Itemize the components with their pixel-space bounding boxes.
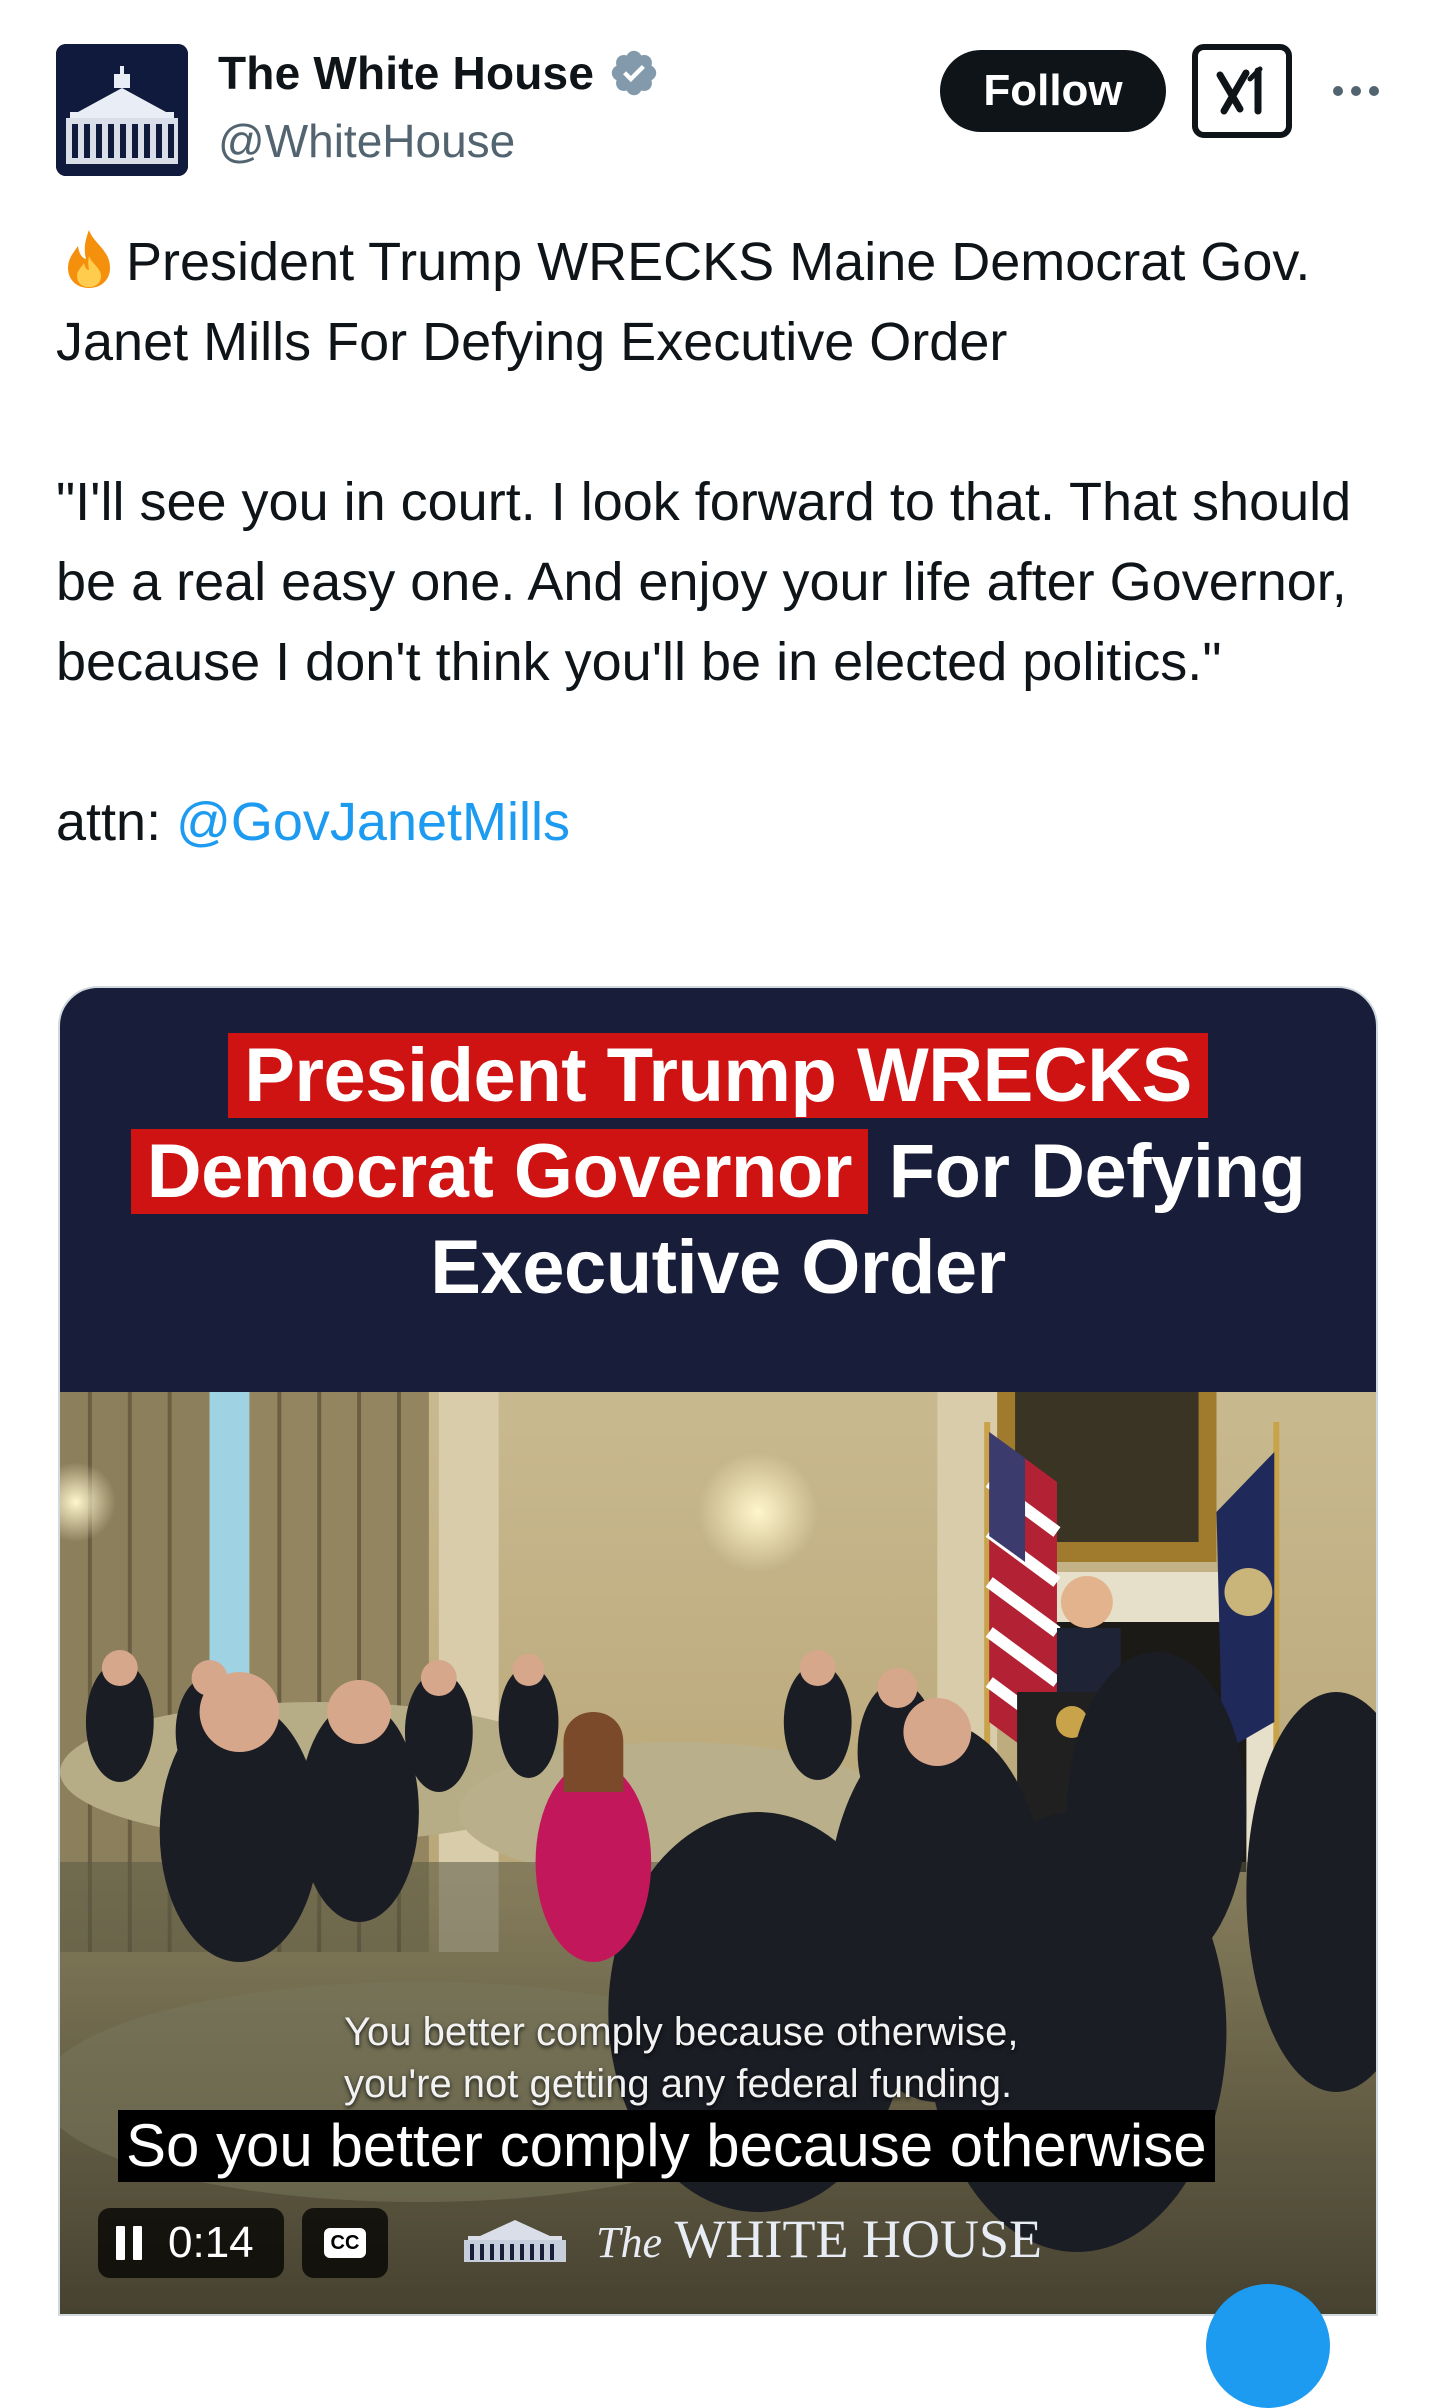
tweet-attn: attn: @GovJanetMills	[56, 782, 1386, 862]
tweet-line-1: President Trump WRECKS Maine Democrat Go…	[56, 232, 1311, 372]
video-controls: 0:14 CC	[98, 2208, 398, 2278]
subtitle-line-2: you're not getting any federal funding.	[344, 2062, 1013, 2106]
compose-button[interactable]	[1206, 2284, 1330, 2408]
verified-badge-icon[interactable]	[608, 47, 660, 99]
account-handle[interactable]: @WhiteHouse	[218, 114, 515, 168]
subtitle-line-1: You better comply because otherwise,	[344, 2010, 1019, 2054]
tweet-headline-paragraph: President Trump WRECKS Maine Democrat Go…	[56, 222, 1386, 382]
video-player[interactable]: President Trump WRECKS Democrat Governor…	[58, 986, 1378, 2316]
headline-red-2: Democrat Governor	[130, 1129, 868, 1214]
attn-prefix: attn:	[56, 792, 177, 852]
account-avatar[interactable]	[56, 44, 188, 176]
grok-icon	[1216, 66, 1263, 115]
white-house-building-icon	[56, 44, 188, 176]
account-name[interactable]: The White House	[218, 46, 660, 100]
mention-link[interactable]: @GovJanetMills	[176, 792, 570, 852]
pause-button[interactable]: 0:14	[98, 2208, 284, 2278]
pause-icon	[116, 2226, 142, 2260]
tweet-quote: "I'll see you in court. I look forward t…	[56, 472, 1352, 692]
watermark-prefix: The	[596, 2218, 662, 2267]
follow-button[interactable]: Follow	[940, 50, 1166, 132]
video-headline: President Trump WRECKS Democrat Governor…	[60, 1028, 1376, 1316]
grok-button[interactable]	[1192, 44, 1292, 138]
closed-captions-icon: CC	[323, 2228, 367, 2258]
white-house-building-icon	[464, 2220, 566, 2262]
fire-emoji-icon	[56, 226, 122, 292]
headline-red-1: President Trump WRECKS	[228, 1033, 1208, 1118]
headline-white-3: Executive Order	[430, 1225, 1006, 1310]
more-options-button[interactable]	[1326, 66, 1386, 116]
video-caption: So you better comply because otherwise	[118, 2110, 1215, 2182]
watermark-name: WHITE HOUSE	[674, 2209, 1042, 2269]
video-subtitle: You better comply because otherwise, you…	[344, 2006, 1018, 2110]
headline-white-2: For Defying	[888, 1129, 1306, 1214]
white-house-watermark: The WHITE HOUSE	[460, 2208, 1042, 2270]
more-horizontal-icon	[1333, 86, 1379, 96]
account-name-text[interactable]: The White House	[218, 46, 594, 100]
captions-button[interactable]: CC	[302, 2208, 388, 2278]
video-timestamp: 0:14	[168, 2218, 254, 2267]
tweet-text: President Trump WRECKS Maine Democrat Go…	[56, 222, 1386, 862]
